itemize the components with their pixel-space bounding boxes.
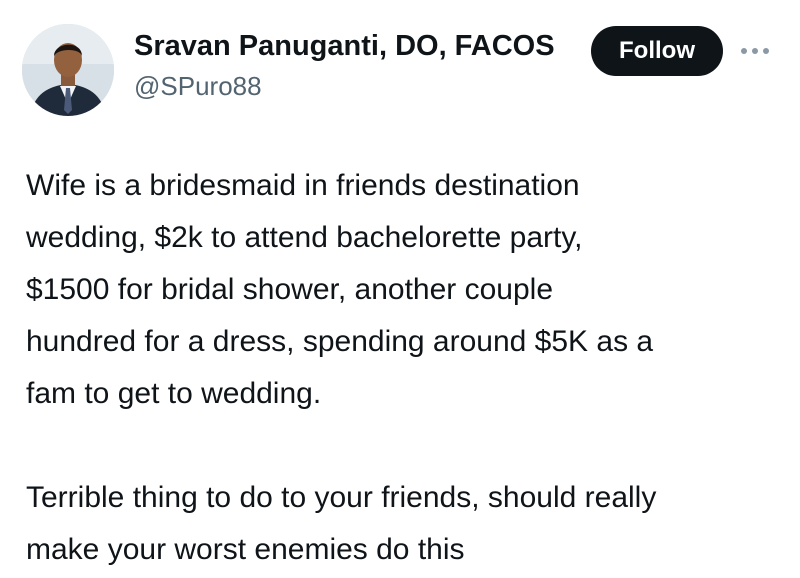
tweet-text: Wife is a bridesmaid in friends destinat… <box>26 160 786 576</box>
profile-photo-icon <box>22 24 114 116</box>
more-options-button[interactable] <box>738 36 772 66</box>
author-display-name[interactable]: Sravan Panuganti, DO, FACOS <box>134 30 555 63</box>
follow-button[interactable]: Follow <box>591 26 723 76</box>
tweet-paragraph: Terrible thing to do to your friends, sh… <box>26 481 657 566</box>
tweet-paragraph: Wife is a bridesmaid in friends destinat… <box>26 169 654 410</box>
avatar[interactable] <box>22 24 114 116</box>
more-horizontal-icon <box>741 48 769 54</box>
author-handle[interactable]: @SPuro88 <box>134 71 262 102</box>
